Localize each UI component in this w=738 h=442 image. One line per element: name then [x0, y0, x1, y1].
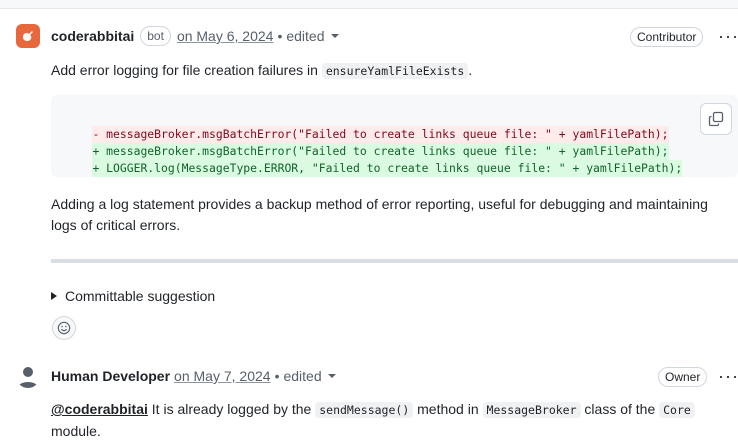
intro-suffix: . — [468, 62, 473, 78]
edited-label[interactable]: edited — [286, 28, 324, 44]
coderabbitai-avatar[interactable] — [16, 24, 40, 48]
caret-down-icon[interactable] — [327, 374, 336, 378]
author-name[interactable]: Human Developer — [51, 368, 170, 384]
copy-icon — [708, 111, 724, 127]
diff-added-line: + messageBroker.msgBatchError("Failed to… — [92, 143, 669, 160]
role-badge: Contributor — [630, 27, 704, 47]
comment-date-link[interactable]: on May 7, 2024 — [174, 368, 271, 384]
reply-text: @coderabbitai It is already logged by th… — [51, 399, 724, 442]
section-divider — [51, 259, 738, 263]
diff-added-line: + LOGGER.log(MessageType.ERROR, "Failed … — [92, 160, 683, 177]
human-developer-avatar[interactable] — [16, 364, 40, 388]
reply-text-part: It is already logged by the — [147, 401, 316, 417]
smiley-icon — [57, 321, 71, 335]
inline-code: ensureYamlFileExists — [321, 63, 469, 79]
reply-text-part: method in — [413, 401, 483, 417]
comment-explanation: Adding a log statement provides a backup… — [51, 196, 708, 233]
reply-text-part: class of the — [580, 401, 660, 417]
inline-code: sendMessage() — [315, 402, 414, 418]
comment-date-link[interactable]: on May 6, 2024 — [177, 28, 274, 44]
diff-deleted-line: - messageBroker.msgBatchError("Failed to… — [92, 126, 669, 143]
more-options-button[interactable]: ··· — [718, 367, 738, 385]
summary-label: Committable suggestion — [65, 288, 216, 304]
reply-text-part: module. — [51, 423, 101, 439]
intro-text: Add error logging for file creation fail… — [51, 62, 322, 78]
more-options-button[interactable]: ··· — [718, 27, 738, 45]
copy-button[interactable] — [700, 103, 732, 135]
author-name[interactable]: coderabbitai — [51, 28, 134, 44]
inline-code: MessageBroker — [482, 402, 581, 418]
edited-label[interactable]: edited — [283, 368, 321, 384]
inline-code: Core — [659, 402, 695, 418]
comment-header: Human Developer on May 7, 2024 • edited — [51, 364, 738, 388]
committable-suggestion-toggle[interactable]: Committable suggestion — [51, 288, 215, 304]
bot-badge: bot — [140, 26, 171, 46]
previous-comment-edge — [0, 0, 738, 9]
rabbit-logo-icon — [23, 31, 33, 41]
add-reaction-button[interactable] — [52, 316, 76, 340]
mention-link[interactable]: @coderabbitai — [51, 401, 148, 417]
triangle-right-icon — [51, 292, 57, 300]
suggestion-code-block: - messageBroker.msgBatchError("Failed to… — [51, 95, 738, 177]
separator: • — [274, 368, 280, 384]
separator: • — [277, 28, 283, 44]
person-icon — [18, 367, 38, 388]
caret-down-icon[interactable] — [330, 34, 339, 38]
comment-intro: Add error logging for file creation fail… — [51, 60, 724, 82]
role-badge: Owner — [658, 367, 708, 387]
